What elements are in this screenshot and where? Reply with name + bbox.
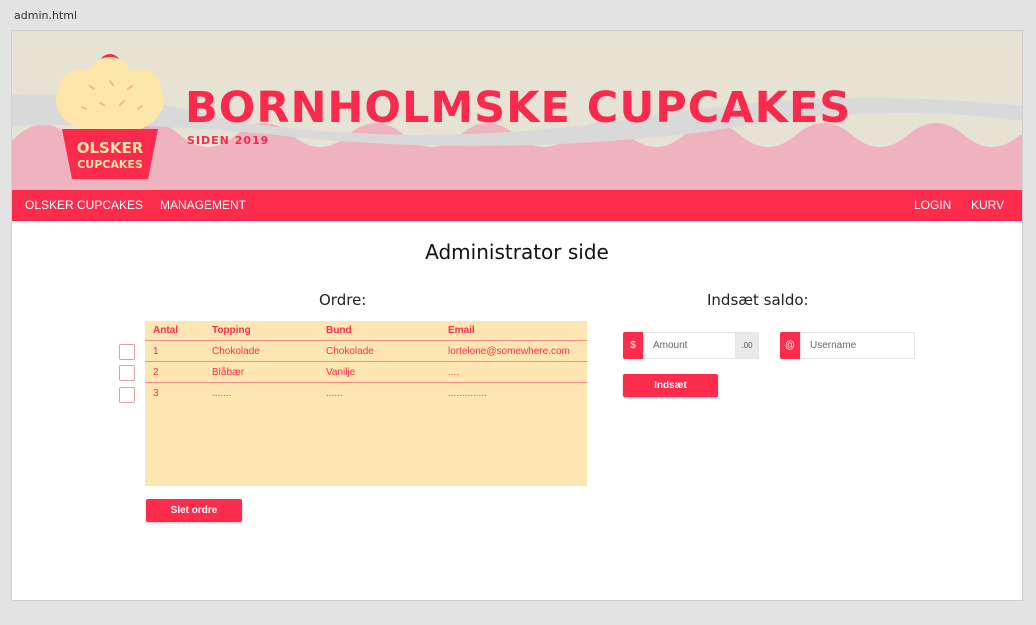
cell-antal: 2 <box>145 361 204 383</box>
nav-login[interactable]: LOGIN <box>914 190 951 221</box>
balance-heading: Indsæt saldo: <box>707 291 809 309</box>
table-row: 1 Chokolade Chokolade lortelone@somewher… <box>145 340 587 362</box>
cell-bund: Vanilje <box>318 361 440 383</box>
nav-cart[interactable]: KURV <box>971 190 1004 221</box>
amount-input[interactable] <box>643 332 737 359</box>
cell-email: .............. <box>448 387 487 399</box>
file-name-label: admin.html <box>14 9 78 22</box>
cell-topping: Chokolade <box>204 340 318 362</box>
dollar-addon: $ <box>623 332 643 359</box>
table-row: 3 ....... ...... .............. <box>145 383 587 404</box>
cell-bund: Chokolade <box>318 340 440 362</box>
amount-decimal-suffix: .00 <box>735 332 759 359</box>
cell-email: lortelone@somewhere.com <box>440 340 587 362</box>
main-navbar: OLSKER CUPCAKES MANAGEMENT LOGIN KURV <box>12 190 1022 221</box>
table-row: 2 Blåbær Vanilje .... <box>145 361 587 383</box>
site-header: OLSKER CUPCAKES BORNHOLMSKE CUPCAKES SID… <box>12 31 1022 190</box>
at-sign-addon: @ <box>780 332 800 359</box>
delete-order-button[interactable]: Slet ordre <box>146 499 242 522</box>
orders-heading: Ordre: <box>319 291 367 309</box>
column-header-antal: Antal <box>145 321 204 341</box>
column-header-bund: Bund <box>318 321 440 341</box>
cell-topping: ....... <box>212 387 232 399</box>
nav-olsker-cupcakes[interactable]: OLSKER CUPCAKES <box>25 190 143 221</box>
column-header-topping: Topping <box>204 321 318 341</box>
orders-table-container: Antal Topping Bund Email 1 Chokolade Cho… <box>145 321 587 486</box>
cell-bund: ...... <box>326 387 343 399</box>
orders-table: Antal Topping Bund Email 1 Chokolade Cho… <box>145 321 587 403</box>
cell-email: .... <box>440 361 587 383</box>
nav-management[interactable]: MANAGEMENT <box>160 190 246 221</box>
cupcake-logo: OLSKER CUPCAKES <box>56 54 164 179</box>
logo-text-line2: CUPCAKES <box>77 158 143 171</box>
cell-antal: 3 <box>153 387 159 399</box>
insert-balance-button[interactable]: Indsæt <box>623 374 718 397</box>
order-row-checkbox-3[interactable] <box>119 387 135 403</box>
brand-subtitle: SIDEN 2019 <box>187 134 270 147</box>
column-header-email: Email <box>440 321 587 341</box>
page-title: Administrator side <box>425 240 609 264</box>
order-row-checkbox-2[interactable] <box>119 365 135 381</box>
brand-title: BORNHOLMSKE CUPCAKES <box>185 83 852 133</box>
order-row-checkbox-1[interactable] <box>119 344 135 360</box>
page-frame: OLSKER CUPCAKES BORNHOLMSKE CUPCAKES SID… <box>11 30 1023 601</box>
logo-text-line1: OLSKER <box>77 139 144 157</box>
orders-table-header: Antal Topping Bund Email <box>145 321 587 341</box>
cell-antal: 1 <box>145 340 204 362</box>
cell-topping: Blåbær <box>204 361 318 383</box>
username-input[interactable] <box>800 332 915 359</box>
